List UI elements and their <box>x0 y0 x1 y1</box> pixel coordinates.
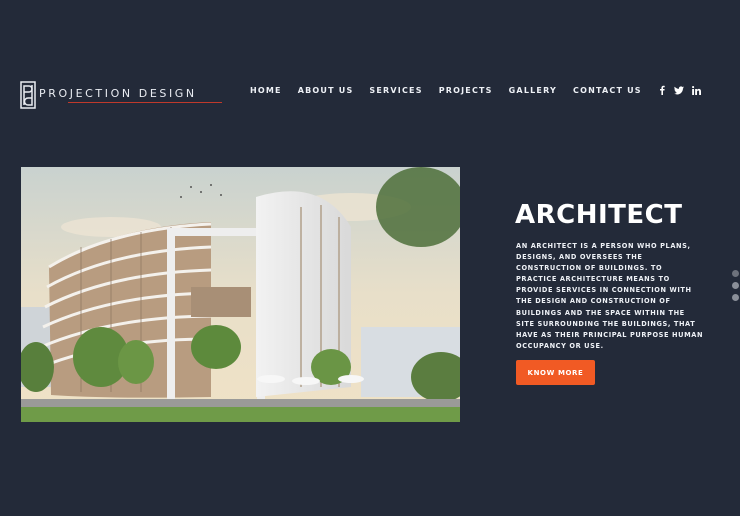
nav-contact-us[interactable]: CONTACT US <box>573 86 642 95</box>
twitter-icon[interactable] <box>674 85 684 95</box>
hero-description: An architect is a person who plans, desi… <box>516 242 704 350</box>
brand-logo[interactable]: PROJECTION DESIGN <box>20 80 222 110</box>
nav-gallery[interactable]: GALLERY <box>509 86 557 95</box>
slider-dot-3[interactable] <box>732 294 739 301</box>
know-more-button[interactable]: KNOW MORE <box>516 360 595 385</box>
nav-projects[interactable]: PROJECTS <box>439 86 493 95</box>
brand-underline <box>68 102 222 103</box>
linkedin-icon[interactable] <box>691 85 701 95</box>
main-nav: HOME ABOUT US SERVICES PROJECTS GALLERY … <box>250 86 658 95</box>
slider-dots <box>732 270 739 301</box>
facebook-icon[interactable] <box>657 85 667 95</box>
hero-title: ARCHITECT <box>515 200 683 230</box>
social-links <box>657 85 701 95</box>
nav-services[interactable]: SERVICES <box>369 86 422 95</box>
pd-logo-mark <box>20 81 36 109</box>
brand-name: PROJECTION DESIGN <box>39 86 197 100</box>
nav-home[interactable]: HOME <box>250 86 282 95</box>
slider-dot-1[interactable] <box>732 270 739 277</box>
hero-building-image <box>21 167 460 422</box>
nav-about-us[interactable]: ABOUT US <box>298 86 354 95</box>
slider-dot-2[interactable] <box>732 282 739 289</box>
